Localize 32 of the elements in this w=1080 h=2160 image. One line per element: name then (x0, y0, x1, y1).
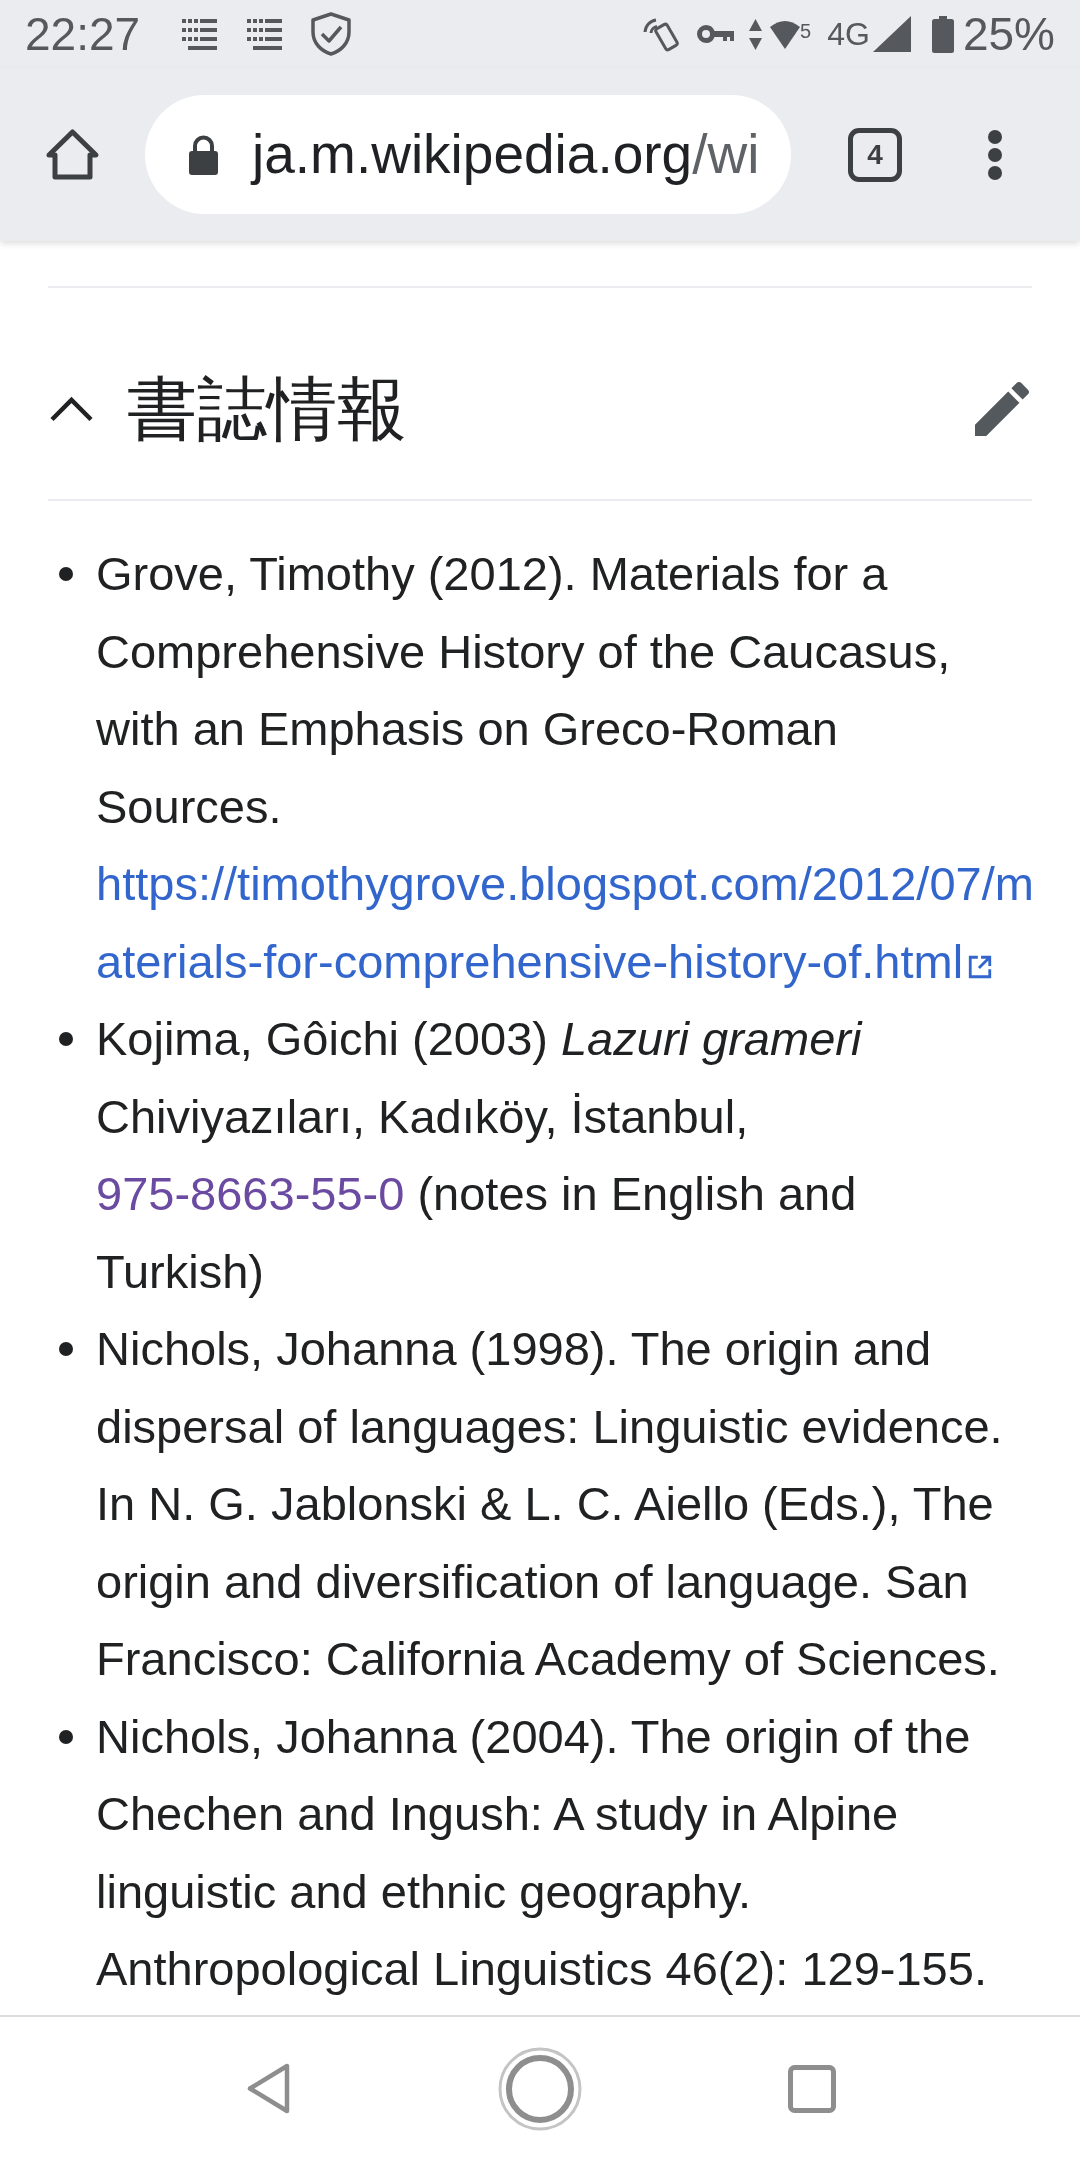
recents-icon[interactable] (787, 2064, 836, 2113)
section-title: 書誌情報 (127, 374, 407, 444)
home-icon[interactable] (45, 128, 100, 181)
chevron-up-icon[interactable] (50, 396, 93, 422)
data-arrows-icon (749, 18, 763, 50)
notification-icon (247, 17, 283, 51)
bullet-icon (59, 567, 73, 581)
battery-icon (931, 15, 954, 53)
signal-icon (872, 16, 911, 52)
edit-icon[interactable] (975, 382, 1029, 436)
external-link-icon (967, 953, 994, 980)
bullet-icon (59, 1032, 73, 1046)
citation-text: Nichols, Johanna (1998). The origin and dispersal of languages: Linguistic evidence. In N. G. Jablonski & L. C. Aiello (Eds.), The origin and diversification of language. San Francisco: California Academy of Sciences. (96, 1321, 1004, 1687)
menu-icon[interactable] (988, 129, 1002, 180)
citation-text: Nichols, Johanna (2004). The origin of the Chechen and Ingush: A study in Alpine linguistic and ethnic geography. Anthropological Linguistics 46(2): 129-155. (96, 1708, 988, 1997)
wifi-band-number: 5 (800, 21, 812, 41)
lock-icon (187, 133, 220, 176)
reference-link[interactable]: 975-8663-55-0 (96, 1167, 405, 1220)
network-type: 4G (827, 18, 870, 50)
citation-text: Grove, Timothy (2012). Materials for a Comprehensive History of the Caucasus, with an Emphasis on Greco-Roman Sources. (96, 546, 952, 835)
status-time: 22:27 (25, 11, 141, 57)
shield-check-icon (309, 12, 354, 56)
key-icon (697, 24, 736, 44)
tab-switcher-button[interactable]: 4 (848, 127, 902, 182)
notification-icon (182, 17, 218, 51)
bullet-icon (59, 1729, 73, 1744)
bullet-icon (59, 1342, 73, 1356)
battery-percent: 25% (962, 11, 1055, 57)
url-link[interactable]: https://timothygrove.blogspot.com/2012/07/materials-for-comprehensive-history-of.html (96, 845, 1046, 1000)
citation-text: Kojima, Gôichi (2003) Lazuri grameri Chiviyazıları, Kadıköy, İstanbul, 975-8663-55-0 (notes in English and Turkish) (96, 1011, 864, 1300)
address-bar[interactable]: ja.m.wikipedia.org/wi (145, 95, 791, 214)
wifi-icon (770, 18, 801, 50)
